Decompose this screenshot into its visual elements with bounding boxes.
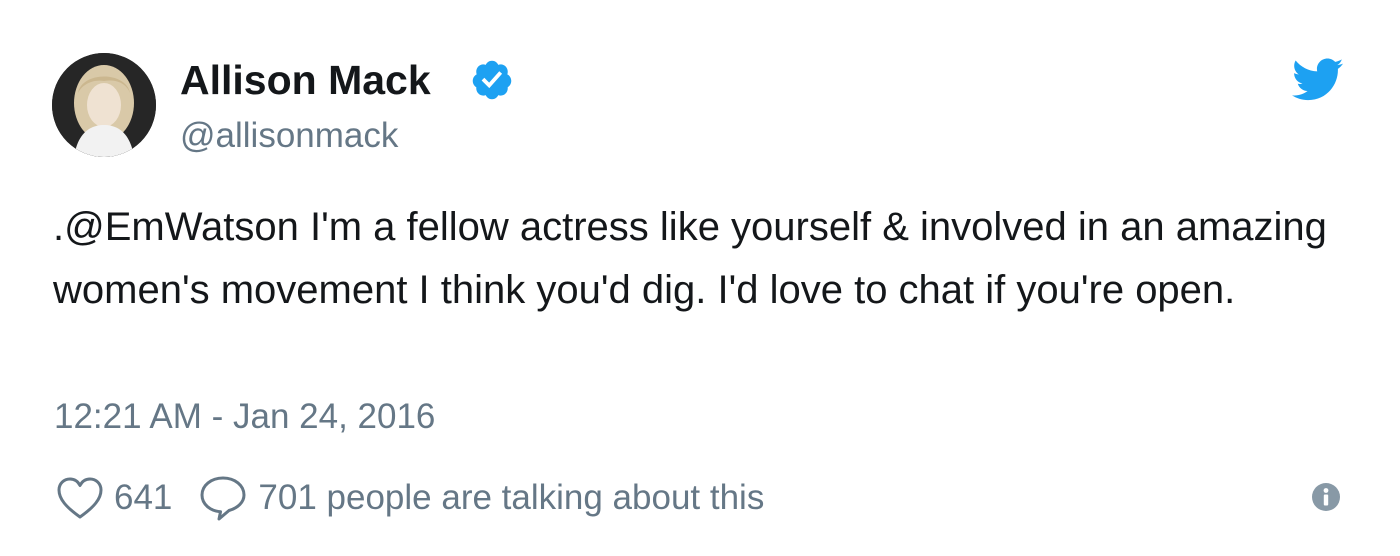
tweet-text: .@EmWatson I'm a fellow actress like you… bbox=[53, 205, 1327, 312]
tweet-actions: 641 701 people are talking about this bbox=[56, 472, 764, 524]
info-icon[interactable] bbox=[1310, 481, 1342, 513]
like-count: 641 bbox=[114, 478, 173, 517]
verified-badge-icon bbox=[472, 60, 512, 100]
tweet-card: Allison Mack @allisonmack .@EmWatson I'm… bbox=[0, 0, 1400, 556]
user-handle[interactable]: @allisonmack bbox=[180, 115, 398, 157]
display-name[interactable]: Allison Mack bbox=[180, 55, 431, 105]
tweet-timestamp[interactable]: 12:21 AM - Jan 24, 2016 bbox=[54, 395, 435, 439]
twitter-bird-icon[interactable] bbox=[1292, 58, 1344, 102]
heart-icon bbox=[57, 477, 103, 519]
like-button[interactable]: 641 bbox=[56, 476, 172, 520]
avatar[interactable] bbox=[52, 53, 156, 157]
conversation-button[interactable]: 701 people are talking about this bbox=[198, 474, 764, 522]
speech-bubble-icon bbox=[200, 476, 246, 521]
talking-count-text: 701 people are talking about this bbox=[258, 478, 765, 517]
